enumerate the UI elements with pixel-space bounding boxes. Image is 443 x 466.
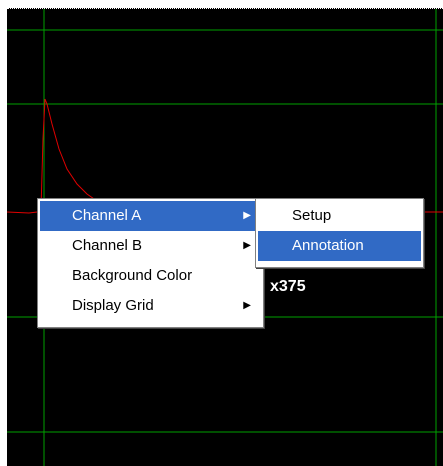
overlay-readout: x375 (270, 278, 306, 295)
menu-item-background-color[interactable]: Background Color (40, 261, 261, 291)
menu-item-label: Channel B (72, 237, 143, 254)
channel-a-trace (7, 98, 443, 214)
submenu-arrow-icon: ▶ (243, 300, 251, 311)
context-menu: Channel A ▶ Channel B ▶ Background Color… (37, 198, 264, 328)
submenu-item-setup[interactable]: Setup (258, 201, 421, 231)
menu-item-label: Annotation (292, 237, 364, 254)
menu-item-label: Channel A (72, 207, 142, 224)
menu-item-label: Display Grid (72, 297, 154, 314)
menu-item-channel-b[interactable]: Channel B ▶ (40, 231, 261, 261)
menu-item-label: Setup (292, 207, 332, 224)
menu-item-channel-a[interactable]: Channel A ▶ (40, 201, 261, 231)
submenu-item-annotation[interactable]: Annotation (258, 231, 421, 261)
submenu-arrow-icon: ▶ (243, 210, 251, 221)
submenu-arrow-icon: ▶ (243, 240, 251, 251)
channel-a-submenu: Setup Annotation (255, 198, 424, 268)
menu-item-label: Background Color (72, 267, 193, 284)
menu-item-display-grid[interactable]: Display Grid ▶ (40, 291, 261, 321)
